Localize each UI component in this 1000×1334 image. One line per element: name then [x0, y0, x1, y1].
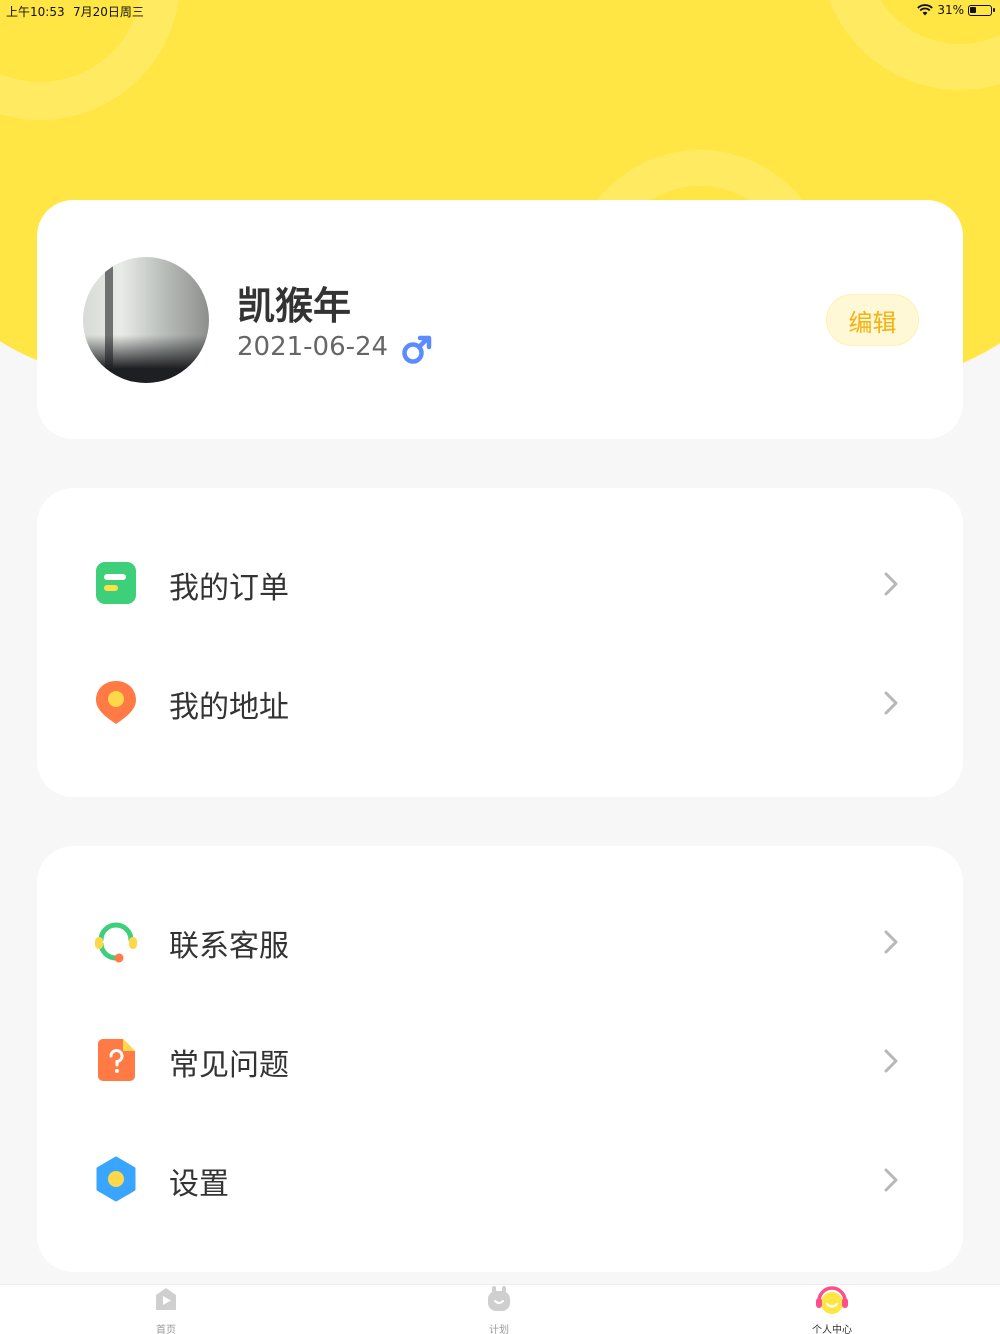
wifi-icon — [917, 4, 934, 16]
headset-icon — [95, 922, 137, 963]
avatar[interactable] — [83, 257, 209, 383]
profile-page: 上午10:53 7月20日周三 31% 凯猴年 2021-06-24 编辑 我的… — [0, 0, 1000, 1334]
menu-item-address[interactable]: 我的地址 — [37, 656, 963, 746]
status-bar: 上午10:53 7月20日周三 31% — [0, 0, 1000, 22]
status-right: 31% — [917, 3, 995, 17]
tab-label: 个人中心 — [812, 1325, 852, 1334]
battery-percent: 31% — [937, 3, 964, 17]
menu-label: 联系客服 — [169, 929, 289, 964]
menu-item-customer-service[interactable]: 联系客服 — [37, 895, 963, 985]
battery-level — [970, 6, 976, 13]
order-list-icon — [96, 562, 136, 604]
chevron-right-icon — [884, 1168, 898, 1192]
tab-bar: 首页 计划 个人中心 — [0, 1284, 1000, 1334]
tab-plan[interactable]: 计划 — [429, 1285, 569, 1334]
menu-card-account: 我的订单 我的地址 — [37, 488, 963, 797]
menu-item-orders[interactable]: 我的订单 — [37, 537, 963, 627]
menu-card-support: 联系客服 常见问题 设置 — [37, 846, 963, 1272]
tab-profile[interactable]: 个人中心 — [762, 1285, 902, 1334]
status-date: 7月20日周三 — [73, 5, 144, 19]
menu-item-settings[interactable]: 设置 — [37, 1133, 963, 1223]
menu-label: 设置 — [169, 1167, 229, 1202]
menu-label: 常见问题 — [169, 1048, 289, 1083]
chevron-right-icon — [884, 572, 898, 596]
question-doc-icon — [98, 1038, 135, 1081]
username: 凯猴年 — [237, 284, 352, 328]
chevron-right-icon — [884, 1049, 898, 1073]
chevron-right-icon — [884, 930, 898, 954]
avatar-photo-detail — [83, 335, 209, 383]
edit-profile-button[interactable]: 编辑 — [826, 294, 919, 346]
male-icon — [402, 335, 432, 364]
birthday: 2021-06-24 — [237, 332, 389, 362]
plan-bunny-icon — [488, 1286, 510, 1311]
home-play-icon — [156, 1288, 176, 1310]
menu-label: 我的地址 — [169, 690, 289, 725]
profile-card: 凯猴年 2021-06-24 编辑 — [37, 200, 963, 439]
menu-label: 我的订单 — [169, 571, 289, 606]
profile-headphone-icon — [816, 1286, 848, 1314]
settings-icon — [96, 1156, 136, 1202]
tab-label: 计划 — [489, 1325, 509, 1334]
menu-item-faq[interactable]: 常见问题 — [37, 1014, 963, 1104]
tab-home[interactable]: 首页 — [96, 1285, 236, 1334]
status-time: 上午10:53 — [6, 5, 65, 19]
chevron-right-icon — [884, 691, 898, 715]
tab-label: 首页 — [156, 1325, 176, 1334]
location-pin-icon — [96, 681, 136, 724]
battery-icon — [968, 4, 995, 16]
